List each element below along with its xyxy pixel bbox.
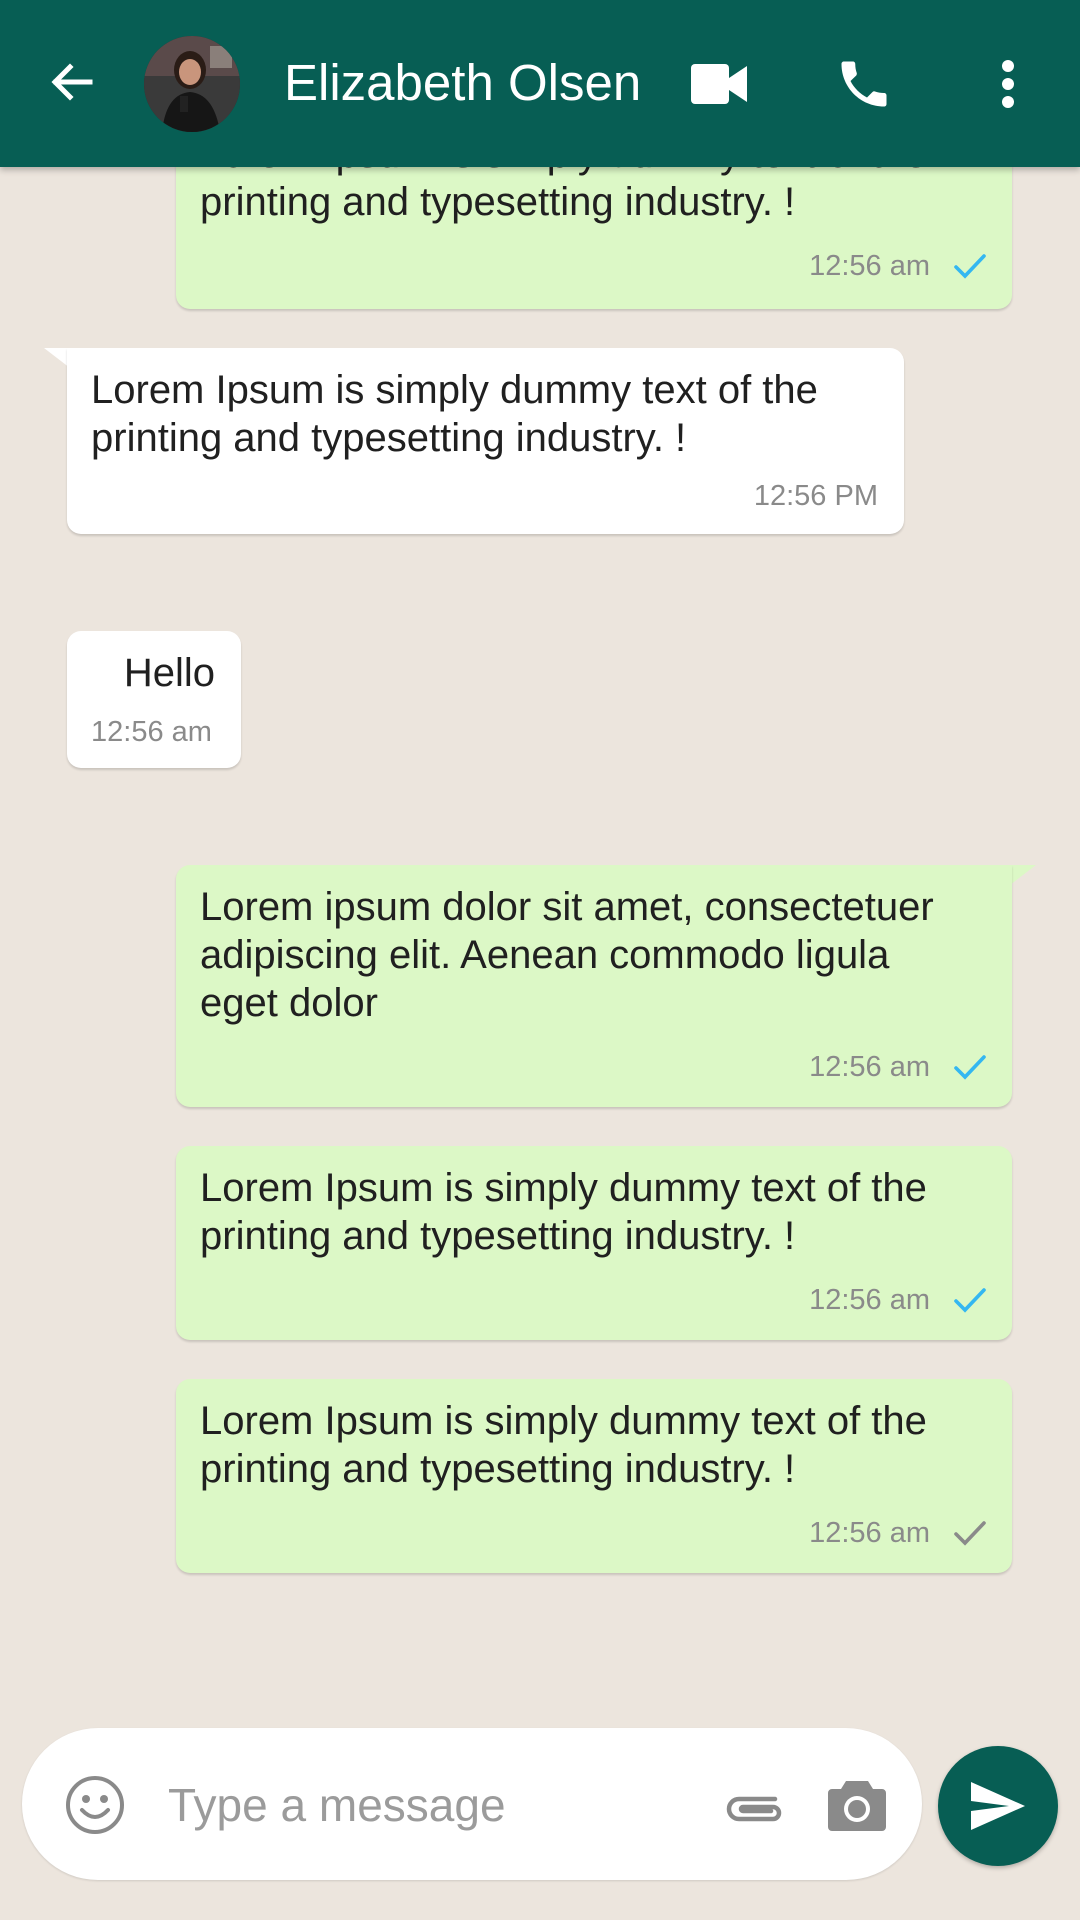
message-time: 12:56 am: [809, 1284, 930, 1316]
message-bubble-outgoing[interactable]: Lorem Ipsum is simply dummy text of the …: [176, 1146, 1012, 1340]
message-text: Lorem Ipsum is simply dummy text of the …: [91, 368, 818, 460]
message-meta: 12:56 am: [91, 714, 212, 750]
message-meta: 12:56 am: [809, 1515, 988, 1551]
message-composer: [22, 1728, 922, 1880]
message-text: Lorem ipsum dolor sit amet, consectetuer…: [200, 885, 934, 1025]
message-meta: 12:56 am: [809, 1282, 988, 1318]
message-bubble-outgoing[interactable]: Lorem Ipsum is simply dummy text of the …: [176, 1379, 1012, 1573]
phone-icon[interactable]: [824, 44, 904, 124]
smiley-icon[interactable]: [60, 1770, 130, 1840]
message-bubble-incoming[interactable]: Hello 12:56 am: [67, 631, 241, 768]
message-bubble-incoming[interactable]: Lorem Ipsum is simply dummy text of the …: [67, 348, 904, 534]
camera-icon[interactable]: [822, 1770, 892, 1840]
paperclip-icon[interactable]: [720, 1772, 790, 1842]
read-check-icon: [952, 1049, 988, 1085]
video-camera-icon[interactable]: [680, 44, 760, 124]
message-meta: 12:56 PM: [754, 478, 878, 514]
message-time: 12:56 am: [809, 1051, 930, 1083]
message-meta: 12:56 am: [809, 1049, 988, 1085]
chat-area: Lorem Ipsum is simply dummy text of the …: [0, 0, 1080, 1920]
message-time: 12:56 am: [91, 716, 212, 748]
chat-header: Elizabeth Olsen: [0, 0, 1080, 167]
more-vertical-icon[interactable]: [968, 44, 1048, 124]
message-input[interactable]: [166, 1764, 710, 1846]
message-text: Lorem Ipsum is simply dummy text of the …: [200, 1399, 927, 1491]
arrow-left-icon[interactable]: [40, 50, 104, 114]
message-time: 12:56 am: [809, 1517, 930, 1549]
bubble-tail: [1010, 865, 1036, 885]
read-check-icon: [952, 1282, 988, 1318]
message-time: 12:56 am: [809, 250, 930, 282]
message-time: 12:56 PM: [753, 480, 878, 512]
contact-avatar[interactable]: [144, 36, 240, 132]
read-check-icon: [952, 248, 988, 284]
message-text: Hello: [123, 651, 215, 695]
contact-name[interactable]: Elizabeth Olsen: [284, 50, 641, 116]
message-meta: 12:56 am: [809, 248, 988, 284]
message-bubble-outgoing[interactable]: Lorem ipsum dolor sit amet, consectetuer…: [176, 865, 1012, 1107]
message-text: Lorem Ipsum is simply dummy text of the …: [200, 1166, 927, 1258]
send-icon[interactable]: [938, 1746, 1058, 1866]
sent-check-icon: [952, 1515, 988, 1551]
